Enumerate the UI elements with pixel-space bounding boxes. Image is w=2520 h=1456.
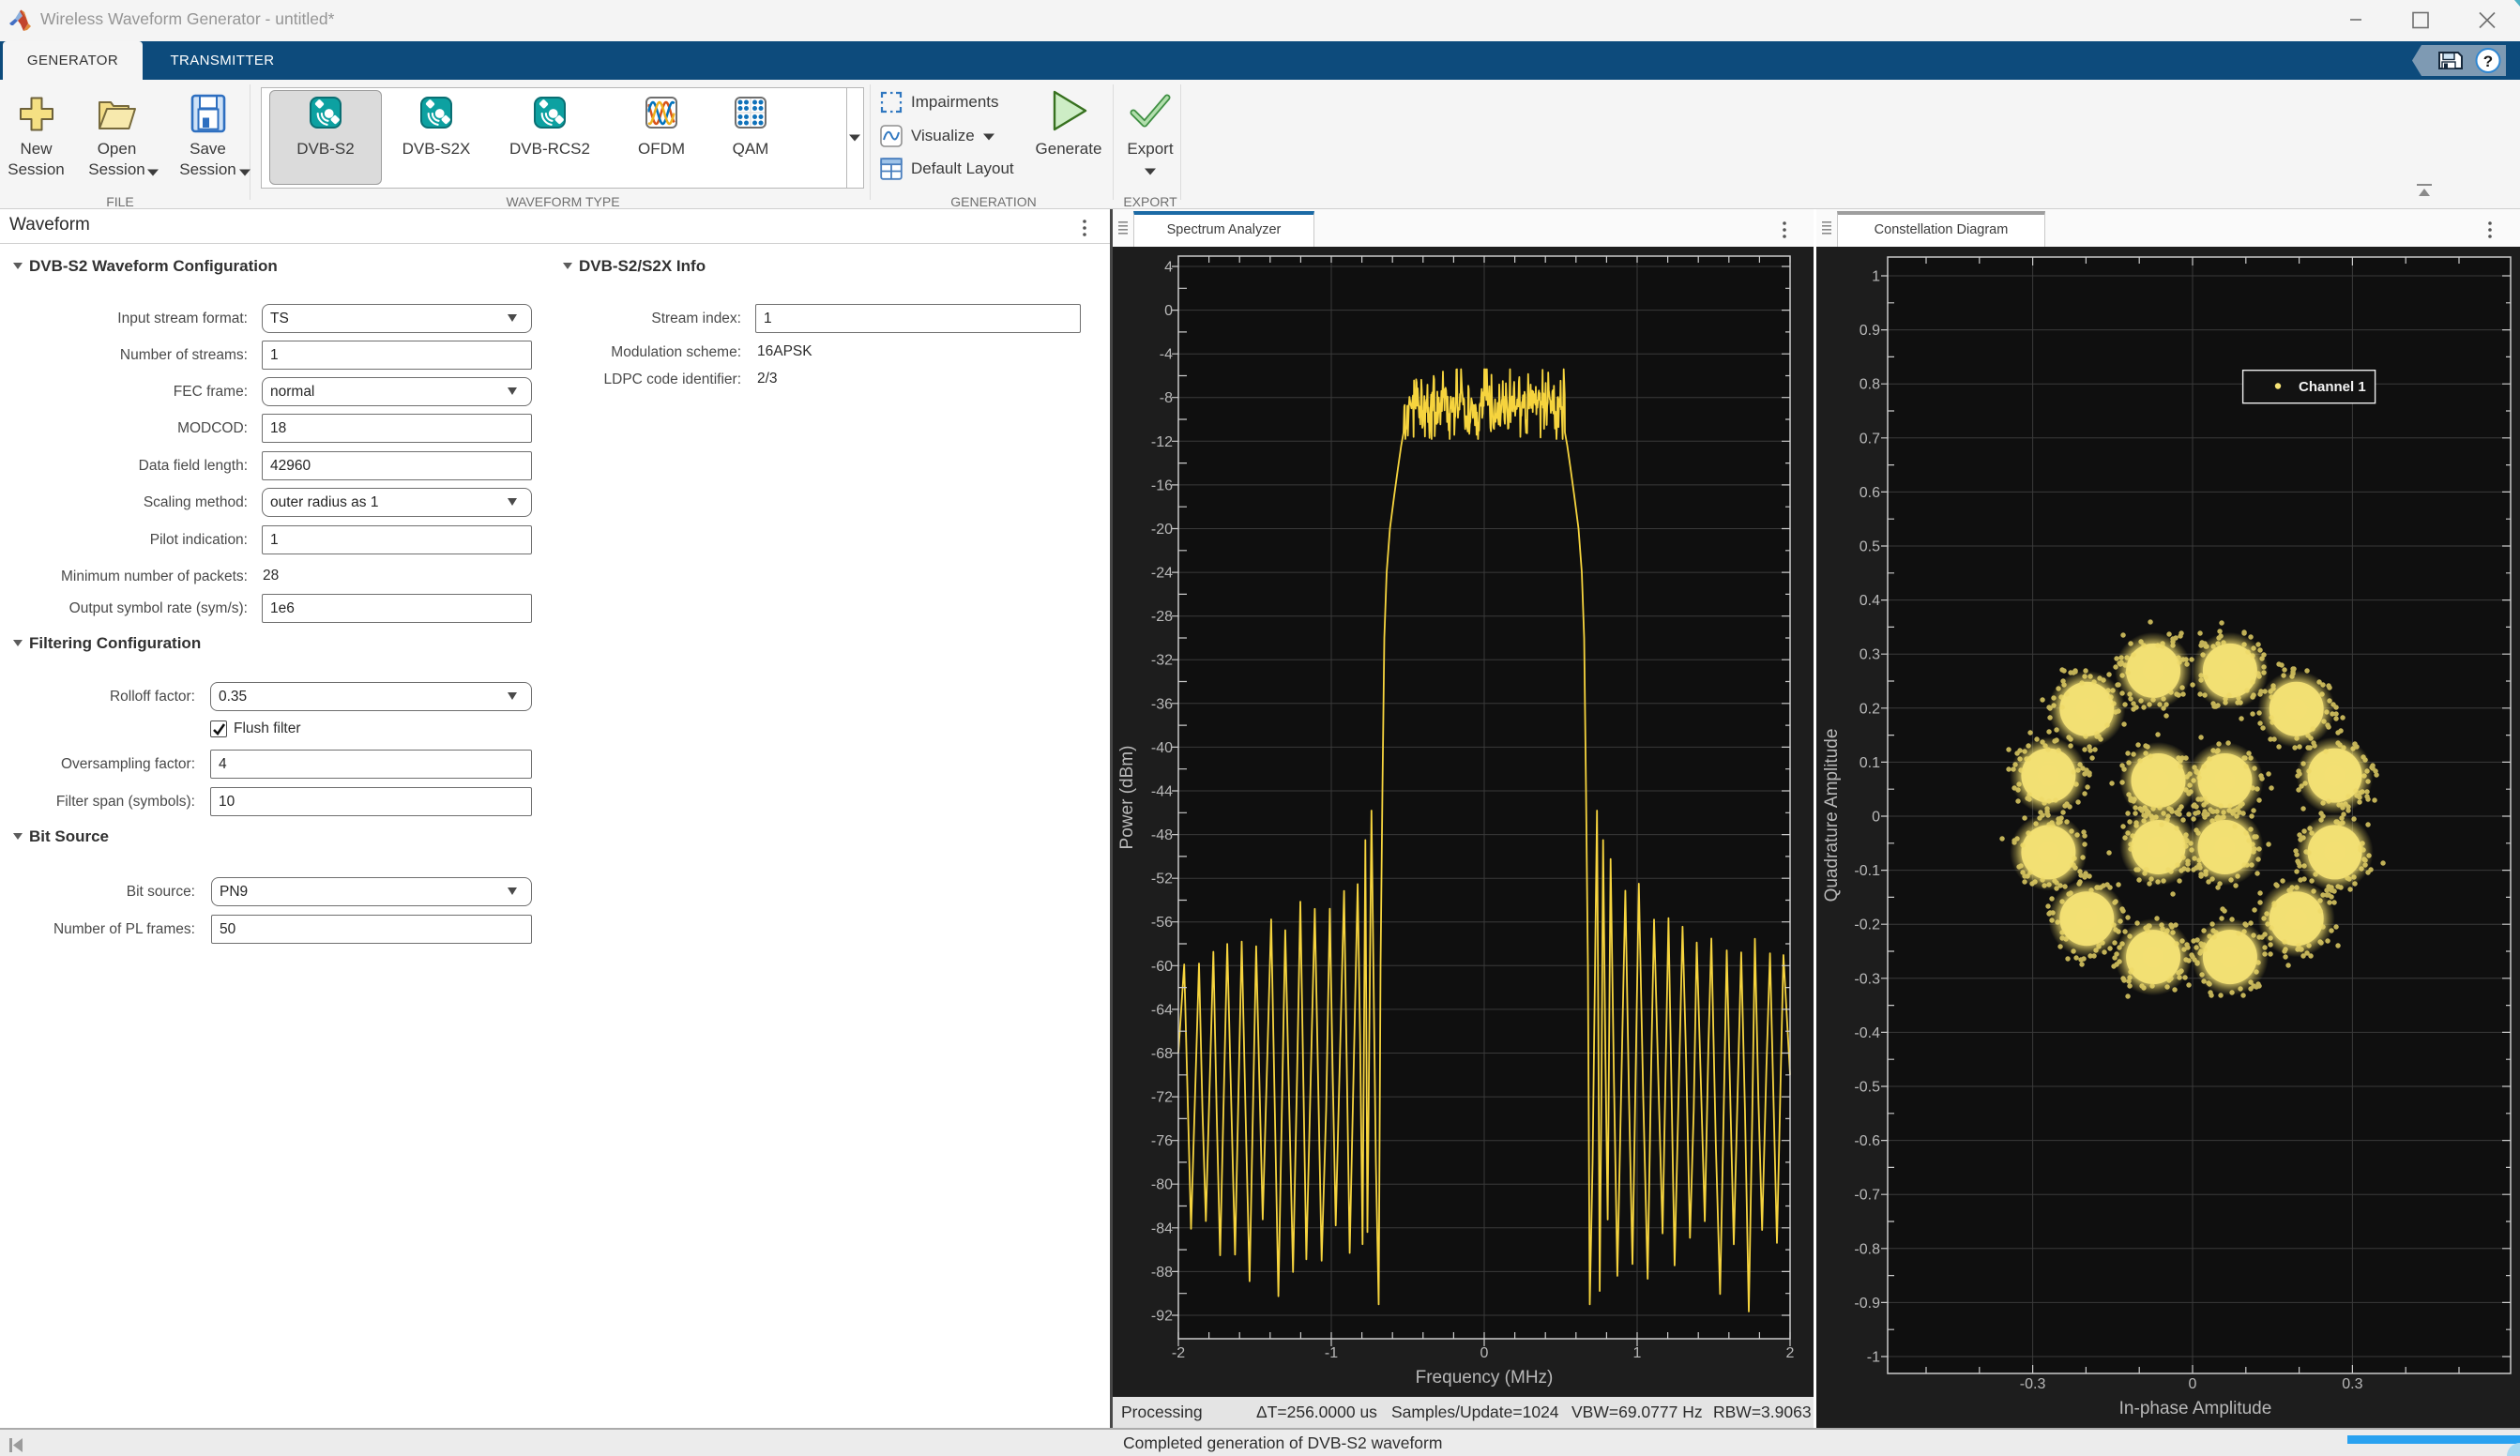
svg-text:-84: -84 — [1151, 1221, 1173, 1236]
svg-text:0.3: 0.3 — [2342, 1376, 2362, 1392]
svg-text:-64: -64 — [1151, 1002, 1173, 1018]
svg-text:-60: -60 — [1151, 959, 1173, 975]
svg-text:-32: -32 — [1151, 653, 1173, 669]
svg-text:-2: -2 — [1172, 1345, 1185, 1361]
svg-text:1: 1 — [1872, 269, 1880, 285]
svg-text:-44: -44 — [1151, 784, 1173, 800]
svg-text:0: 0 — [2189, 1376, 2197, 1392]
svg-text:-0.8: -0.8 — [1854, 1241, 1880, 1257]
svg-text:-36: -36 — [1151, 696, 1173, 712]
svg-text:0.9: 0.9 — [1860, 323, 1880, 339]
svg-text:-92: -92 — [1151, 1309, 1173, 1325]
svg-text:-76: -76 — [1151, 1133, 1173, 1149]
svg-text:0: 0 — [1480, 1345, 1489, 1361]
svg-text:2: 2 — [1786, 1345, 1795, 1361]
svg-text:0.5: 0.5 — [1860, 539, 1880, 555]
svg-text:0.2: 0.2 — [1860, 701, 1880, 717]
svg-text:-52: -52 — [1151, 872, 1173, 887]
svg-text:-24: -24 — [1151, 566, 1173, 582]
svg-text:-0.2: -0.2 — [1854, 918, 1880, 933]
svg-text:-40: -40 — [1151, 740, 1173, 756]
svg-text:-8: -8 — [1160, 390, 1173, 406]
svg-text:-12: -12 — [1151, 434, 1173, 450]
svg-text:0.4: 0.4 — [1860, 593, 1880, 609]
svg-text:Frequency (MHz): Frequency (MHz) — [1416, 1368, 1554, 1388]
svg-text:-16: -16 — [1151, 478, 1173, 493]
svg-text:0: 0 — [1164, 303, 1173, 319]
svg-text:In-phase Amplitude: In-phase Amplitude — [2119, 1399, 2272, 1418]
svg-text:-20: -20 — [1151, 522, 1173, 538]
svg-text:-28: -28 — [1151, 609, 1173, 625]
svg-text:-0.6: -0.6 — [1854, 1133, 1880, 1149]
svg-text:-72: -72 — [1151, 1090, 1173, 1106]
svg-text:4: 4 — [1164, 260, 1173, 276]
svg-text:0.6: 0.6 — [1860, 485, 1880, 501]
svg-text:Quadrature Amplitude: Quadrature Amplitude — [1822, 729, 1842, 902]
svg-text:1: 1 — [1633, 1345, 1642, 1361]
svg-text:-48: -48 — [1151, 827, 1173, 843]
svg-text:Power (dBm): Power (dBm) — [1117, 746, 1137, 850]
svg-text:0.7: 0.7 — [1860, 431, 1880, 447]
svg-text:-0.1: -0.1 — [1854, 863, 1880, 879]
svg-text:Channel 1: Channel 1 — [2299, 379, 2366, 395]
svg-text:-56: -56 — [1151, 915, 1173, 931]
svg-text:-0.7: -0.7 — [1854, 1188, 1880, 1204]
svg-text:-88: -88 — [1151, 1265, 1173, 1281]
svg-text:-1: -1 — [1867, 1350, 1880, 1366]
svg-text:-4: -4 — [1160, 347, 1173, 363]
svg-text:-0.5: -0.5 — [1854, 1080, 1880, 1096]
svg-text:-0.9: -0.9 — [1854, 1296, 1880, 1312]
svg-text:-0.4: -0.4 — [1854, 1025, 1880, 1041]
svg-text:-0.3: -0.3 — [1854, 971, 1880, 987]
svg-text:-0.3: -0.3 — [2020, 1376, 2046, 1392]
svg-text:0.3: 0.3 — [1860, 647, 1880, 663]
svg-text:-80: -80 — [1151, 1177, 1173, 1193]
svg-text:-1: -1 — [1325, 1345, 1338, 1361]
svg-text:0.1: 0.1 — [1860, 755, 1880, 771]
svg-text:?: ? — [2483, 53, 2493, 70]
svg-text:0: 0 — [1872, 810, 1880, 826]
svg-text:-68: -68 — [1151, 1046, 1173, 1062]
svg-text:0.8: 0.8 — [1860, 377, 1880, 393]
